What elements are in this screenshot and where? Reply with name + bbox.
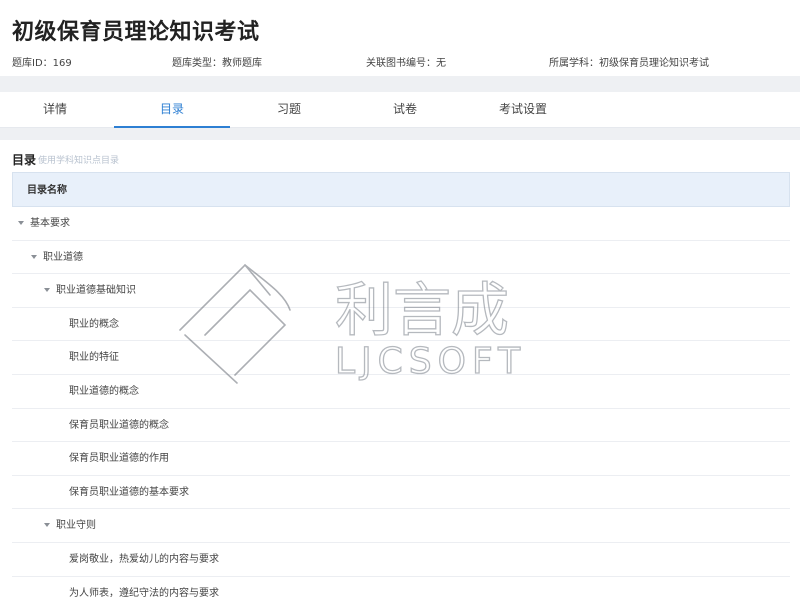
catalog-row[interactable]: 为人师表，遵纪守法的内容与要求 (12, 577, 790, 597)
catalog-row-label: 职业道德基础知识 (56, 285, 136, 297)
caret-down-icon[interactable] (18, 221, 24, 225)
catalog-row-label: 保育员职业道德的概念 (69, 419, 169, 431)
catalog-rows: 基本要求职业道德职业道德基础知识 职业的概念职业的特征职业道德的概念保育员职业道德… (12, 207, 790, 597)
catalog-row-label: 保育员职业道德的基本要求 (69, 486, 189, 498)
tab-papers[interactable]: 试卷 (347, 92, 463, 128)
catalog-row[interactable]: 基本要求 (12, 207, 790, 241)
catalog-row[interactable]: 职业道德基础知识 (12, 274, 790, 308)
catalog-row-label: 爱岗敬业，热爱幼儿的内容与要求 (69, 553, 219, 565)
catalog-table: 目录名称 基本要求职业道德职业道德基础知识 职业的概念职业的特征职业道德的概念保育… (12, 172, 790, 597)
tab-catalog[interactable]: 目录 (114, 92, 230, 128)
catalog-row[interactable]: 职业的概念 (12, 308, 790, 342)
catalog-title: 目录 (12, 153, 37, 167)
catalog-row-label: 基本要求 (30, 218, 70, 229)
catalog-hint[interactable]: 使用学科知识点目录 (38, 153, 119, 166)
bank-type: 题库类型：教师题库 (172, 58, 262, 69)
column-header: 目录名称 (12, 172, 790, 207)
catalog-row-label: 保育员职业道德的作用 (69, 453, 169, 465)
tab-exercises[interactable]: 习题 (231, 92, 347, 128)
catalog-row-label: 职业的特征 (69, 352, 119, 364)
book-number: 关联图书编号：无 (366, 58, 446, 69)
catalog-row[interactable]: 保育员职业道德的基本要求 (12, 476, 790, 510)
catalog-row[interactable]: 职业道德的概念 (12, 375, 790, 409)
caret-down-icon[interactable] (44, 288, 50, 293)
tab-bar: 详情 目录 习题 试卷 考试设置 (0, 92, 800, 128)
page-header: 初级保育员理论知识考试 题库ID：169 题库类型：教师题库 关联图书编号：无 … (0, 0, 800, 76)
catalog-row-label: 职业的概念 (69, 318, 119, 330)
catalog-row[interactable]: 职业守则 (12, 509, 790, 543)
page-title: 初级保育员理论知识考试 (12, 20, 260, 45)
subject: 所属学科：初级保育员理论知识考试 (549, 58, 709, 69)
catalog-row-label: 职业守则 (56, 520, 96, 532)
catalog-row-label: 为人师表，遵纪守法的内容与要求 (69, 587, 219, 597)
catalog-row[interactable]: 保育员职业道德的概念 (12, 409, 790, 443)
caret-down-icon[interactable] (44, 523, 50, 528)
catalog-row-label: 职业道德的概念 (69, 385, 139, 397)
tab-details[interactable]: 详情 (0, 92, 113, 128)
tab-exam-settings[interactable]: 考试设置 (465, 92, 581, 128)
caret-down-icon[interactable] (31, 254, 37, 259)
catalog-row[interactable]: 职业道德 (12, 241, 790, 275)
bank-id: 题库ID：169 (12, 58, 72, 69)
catalog-row[interactable]: 保育员职业道德的作用 (12, 442, 790, 476)
catalog-row-label: 职业道德 (43, 251, 83, 263)
catalog-panel: 目录 使用学科知识点目录 目录名称 基本要求职业道德职业道德基础知识 职业的概念职… (0, 140, 800, 597)
catalog-row[interactable]: 职业的特征 (12, 341, 790, 375)
catalog-row[interactable]: 爱岗敬业，热爱幼儿的内容与要求 (12, 543, 790, 577)
